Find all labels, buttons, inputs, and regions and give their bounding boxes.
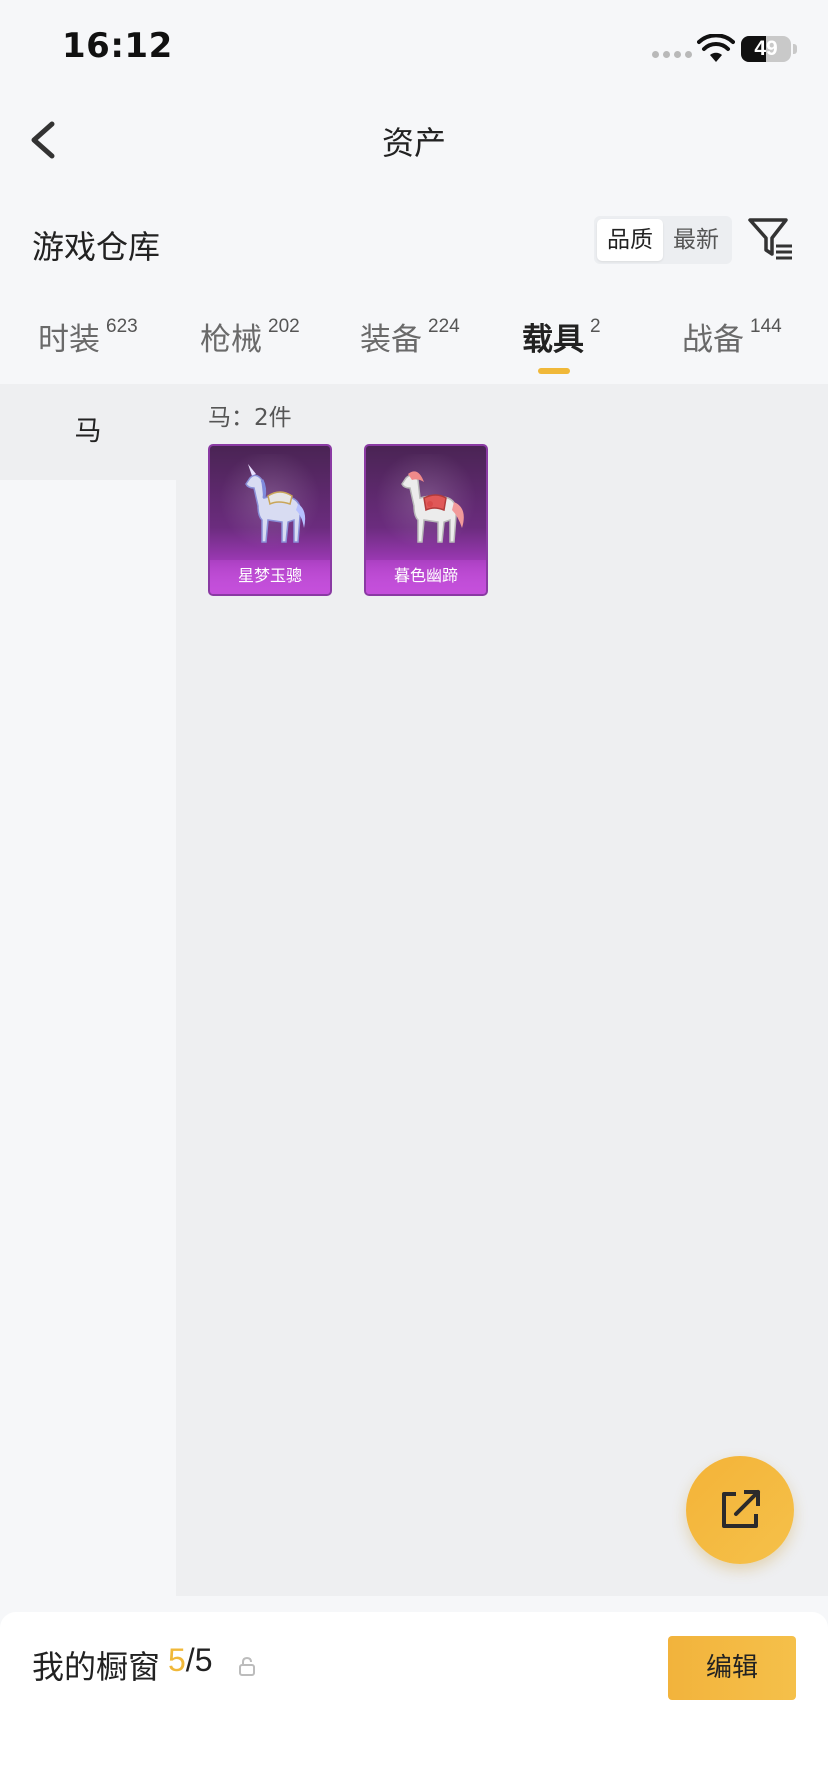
- page-title: 资产: [381, 124, 446, 162]
- tab-count: 224: [428, 316, 460, 337]
- tab-count: 144: [750, 316, 782, 337]
- unicorn-mount-image: [245, 464, 306, 543]
- section-header: 游戏仓库 品质 最新: [0, 210, 828, 270]
- tab-count: 202: [268, 316, 300, 337]
- tab-fashion[interactable]: 时装 623: [38, 314, 138, 359]
- sidebar: 马: [0, 384, 176, 1596]
- showcase-label: 我的橱窗: [32, 1648, 161, 1686]
- filter-icon: [748, 218, 792, 260]
- showcase-total: /5: [185, 1642, 213, 1678]
- item-name: 星梦玉骢: [237, 566, 302, 585]
- edit-button[interactable]: 编辑: [668, 1636, 796, 1700]
- tab-label: 战备: [682, 322, 744, 358]
- showcase-used: 5: [168, 1642, 186, 1678]
- share-button[interactable]: [686, 1456, 794, 1564]
- item-grid: 马：2件 星梦玉骢 暮色幽蹄: [176, 384, 828, 1596]
- tab-combat-gear[interactable]: 战备 144: [682, 314, 782, 359]
- sort-by-newest-button[interactable]: 最新: [663, 219, 729, 261]
- tab-equipment[interactable]: 装备 224: [360, 314, 460, 359]
- cellular-signal-icon: [652, 51, 692, 58]
- battery-tip: [793, 44, 797, 54]
- tab-count: 623: [106, 316, 138, 337]
- category-tabs: 时装 623 枪械 202 装备 224 载具 2 战备 144: [0, 300, 828, 384]
- horse-mount-image: [401, 471, 464, 543]
- share-external-icon: [722, 1490, 760, 1528]
- status-time: 16:12: [62, 26, 173, 66]
- tab-label: 时装: [38, 322, 100, 358]
- nav-bar: 资产: [0, 100, 828, 180]
- tab-count: 2: [590, 316, 601, 337]
- tab-label: 载具: [522, 322, 584, 358]
- showcase-panel: 我的橱窗 5/5 编辑: [0, 1612, 828, 1792]
- lock-icon: [239, 1656, 255, 1676]
- active-tab-indicator: [538, 368, 570, 374]
- tab-firearms[interactable]: 枪械 202: [200, 314, 300, 359]
- tab-label: 枪械: [200, 322, 262, 358]
- item-count-label: 马：2件: [208, 405, 292, 431]
- status-bar: 16:12 49: [0, 0, 828, 100]
- filter-button[interactable]: [746, 214, 794, 264]
- sidebar-item-horse[interactable]: 马: [0, 384, 176, 480]
- item-card[interactable]: 暮色幽蹄: [364, 444, 488, 596]
- section-title: 游戏仓库: [32, 228, 161, 266]
- item-card[interactable]: 星梦玉骢: [208, 444, 332, 596]
- item-name: 暮色幽蹄: [393, 566, 458, 585]
- wifi-icon: [697, 34, 735, 62]
- tab-vehicles[interactable]: 载具 2: [522, 314, 601, 359]
- sort-toggle: 品质 最新: [594, 216, 732, 264]
- showcase-count: 5/5: [168, 1642, 212, 1679]
- tab-label: 装备: [360, 322, 422, 358]
- sort-by-quality-button[interactable]: 品质: [597, 219, 663, 261]
- battery-icon: 49: [741, 36, 791, 62]
- battery-percent: 49: [754, 37, 778, 60]
